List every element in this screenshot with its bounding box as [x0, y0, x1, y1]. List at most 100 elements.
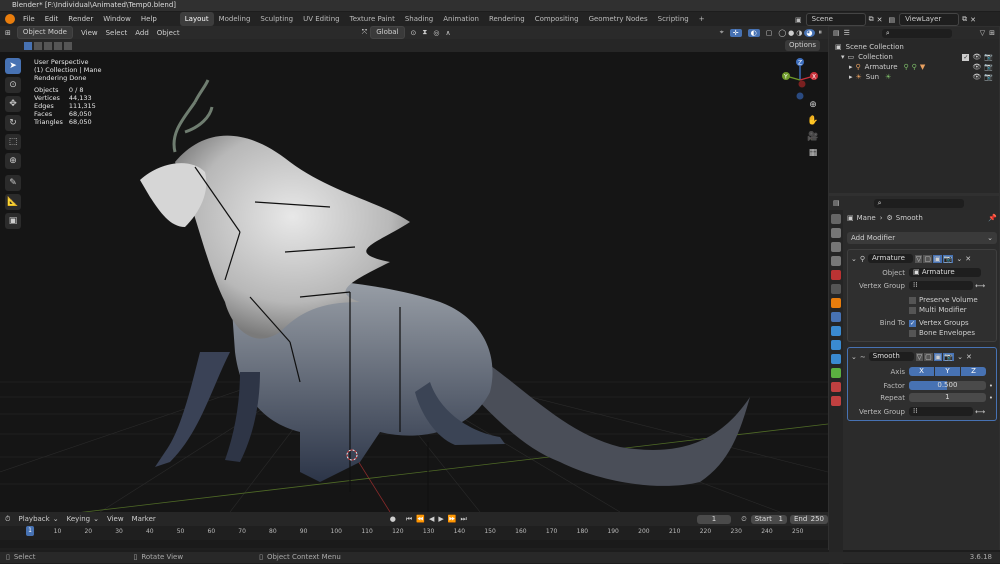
add-modifier-button[interactable]: Add Modifier ⌄ [847, 232, 997, 244]
jump-next-key-icon[interactable]: ⏩ [448, 515, 457, 523]
menu-file[interactable]: File [18, 12, 40, 26]
shading-rendered-icon[interactable]: ◕ [804, 28, 815, 37]
play-reverse-icon[interactable]: ◀ [429, 515, 434, 523]
shading-material-icon[interactable]: ◑ [796, 29, 802, 37]
object-menu[interactable]: Object [157, 29, 180, 37]
bone-envelopes-checkbox[interactable] [909, 329, 916, 337]
outliner-search-input[interactable]: ⌕ [881, 28, 952, 38]
tab-geometry-nodes[interactable]: Geometry Nodes [584, 12, 653, 26]
tab-compositing[interactable]: Compositing [530, 12, 584, 26]
overlay-toggle-icon[interactable]: ◐ [747, 28, 760, 37]
render-camera-icon[interactable]: 📷 [984, 52, 993, 62]
play-icon[interactable]: ▶ [438, 515, 443, 523]
object-tab-icon[interactable] [831, 298, 841, 308]
collapse-icon[interactable]: ⌄ [851, 255, 857, 263]
visibility-icon[interactable]: ⌖ [720, 28, 724, 37]
mode-selector[interactable]: Object Mode [16, 26, 73, 39]
keyframe-dot-icon[interactable]: • [989, 394, 993, 402]
select-intersect-icon[interactable] [64, 41, 72, 50]
measure-tool-icon[interactable]: 📐 [5, 194, 21, 210]
tab-modeling[interactable]: Modeling [214, 12, 256, 26]
tab-shading[interactable]: Shading [400, 12, 438, 26]
cage-toggle-icon[interactable]: ▢ [923, 254, 933, 263]
camera-icon[interactable]: 🎥 [806, 132, 820, 142]
scale-tool-icon[interactable]: ⬚ [5, 134, 21, 150]
add-menu[interactable]: Add [135, 29, 149, 37]
view-menu[interactable]: View [81, 29, 98, 37]
move-tool-icon[interactable]: ✥ [5, 96, 21, 112]
outliner-scene-collection[interactable]: ▣ Scene Collection [835, 42, 993, 52]
render-camera-icon[interactable]: 📷 [984, 62, 993, 72]
shading-solid-icon[interactable]: ● [788, 29, 794, 37]
viewlayer-remove-icon[interactable]: ✕ [970, 16, 976, 24]
render-tab-icon[interactable] [831, 228, 841, 238]
realtime-toggle-icon[interactable]: ▣ [933, 352, 943, 361]
tab-layout[interactable]: Layout [179, 12, 214, 26]
render-camera-icon[interactable]: 📷 [984, 72, 993, 82]
rotate-tool-icon[interactable]: ↻ [5, 115, 21, 131]
select-tool-icon[interactable]: ➤ [5, 58, 21, 74]
collapse-icon[interactable]: ⌄ [851, 353, 857, 361]
vertex-groups-checkbox[interactable]: ✓ [909, 319, 916, 327]
timeline-view-menu[interactable]: View [107, 515, 124, 523]
properties-editor[interactable]: ▤ ⌕ ▣ Mane › ⚙ Smooth 📌 Add Modifier ⌄ ⌄… [829, 196, 999, 564]
scene-icon[interactable]: ▣ [795, 16, 802, 24]
snap-icon[interactable]: ⧗ [422, 28, 427, 37]
visibility-eye-icon[interactable]: 👁 [972, 52, 981, 62]
outliner-funnel-icon[interactable]: ▽ [980, 29, 985, 37]
jump-start-icon[interactable]: ⏮ [406, 515, 412, 524]
jump-prev-key-icon[interactable]: ⏪ [416, 515, 425, 523]
editor-type-icon[interactable]: ⊞ [5, 29, 11, 37]
menu-window[interactable]: Window [98, 12, 136, 26]
invert-vgroup-icon[interactable]: ⟷ [975, 408, 985, 416]
end-frame-field[interactable]: End 250 [789, 514, 829, 524]
navigation-gizmo[interactable]: Z X Y [778, 56, 818, 106]
axis-z-toggle[interactable]: Z [961, 367, 986, 376]
select-subtract-icon[interactable] [44, 41, 52, 50]
zoom-icon[interactable]: ⊕ [806, 100, 820, 110]
modifier-tab-icon[interactable] [831, 312, 841, 322]
object-field[interactable]: ▣ Armature [909, 268, 981, 277]
tab-texture-paint[interactable]: Texture Paint [345, 12, 400, 26]
armature-modifier-name[interactable]: Armature [868, 254, 914, 263]
tool-tab-icon[interactable] [831, 214, 841, 224]
material-tab-icon[interactable] [831, 382, 841, 392]
physics-tab-icon[interactable] [831, 340, 841, 350]
grid-perspective-icon[interactable]: ▦ [806, 148, 820, 158]
expand-icon[interactable]: ▾ [841, 52, 845, 62]
outliner-filter-icon[interactable]: ☰ [844, 29, 850, 37]
menu-render[interactable]: Render [63, 12, 98, 26]
menu-edit[interactable]: Edit [40, 12, 64, 26]
viewlayer-copy-icon[interactable]: ⧉ [962, 15, 967, 24]
outliner-item-armature[interactable]: ▸ ⚲ Armature ⚲ ⚲ ▼ 👁 📷 [835, 62, 993, 72]
record-icon[interactable]: ● [390, 515, 396, 523]
multi-modifier-checkbox[interactable] [909, 306, 916, 314]
outliner-editor-icon[interactable]: ▤ [833, 29, 840, 37]
constraints-tab-icon[interactable] [831, 354, 841, 364]
proportional-edit-icon[interactable]: ◎ [433, 29, 439, 37]
3d-viewport[interactable]: Z X Y ⊕ ✋ 🎥 ▦ [0, 52, 828, 512]
expand-icon[interactable]: ▸ [849, 72, 853, 82]
vertex-group-field[interactable]: ⁞⁞ [909, 407, 973, 416]
expand-icon[interactable]: ▸ [849, 62, 853, 72]
new-collection-icon[interactable]: ⊞ [989, 29, 995, 37]
dropdown-icon[interactable]: ⌄ [957, 353, 963, 361]
select-box-mode-icon[interactable] [24, 41, 32, 50]
factor-slider[interactable]: 0.500 [908, 381, 986, 390]
jump-end-icon[interactable]: ⏭ [460, 515, 466, 524]
current-frame-field[interactable]: 1 [696, 514, 732, 524]
cursor-tool-icon[interactable]: ⊙ [5, 77, 21, 93]
render-toggle-icon[interactable]: 📷 [943, 352, 955, 361]
preserve-volume-checkbox[interactable] [909, 296, 916, 304]
output-tab-icon[interactable] [831, 242, 841, 252]
options-button[interactable]: Options [784, 40, 820, 51]
dropdown-icon[interactable]: ⌄ [956, 255, 962, 263]
tab-rendering[interactable]: Rendering [484, 12, 530, 26]
blender-logo-icon[interactable] [5, 14, 15, 24]
pivot-icon[interactable]: ⊙ [411, 29, 417, 37]
pin-icon[interactable]: 📌 [988, 214, 997, 222]
remove-modifier-icon[interactable]: ✕ [965, 255, 971, 263]
playback-menu[interactable]: Playback [18, 515, 49, 523]
tab-animation[interactable]: Animation [438, 12, 484, 26]
remove-modifier-icon[interactable]: ✕ [966, 353, 972, 361]
